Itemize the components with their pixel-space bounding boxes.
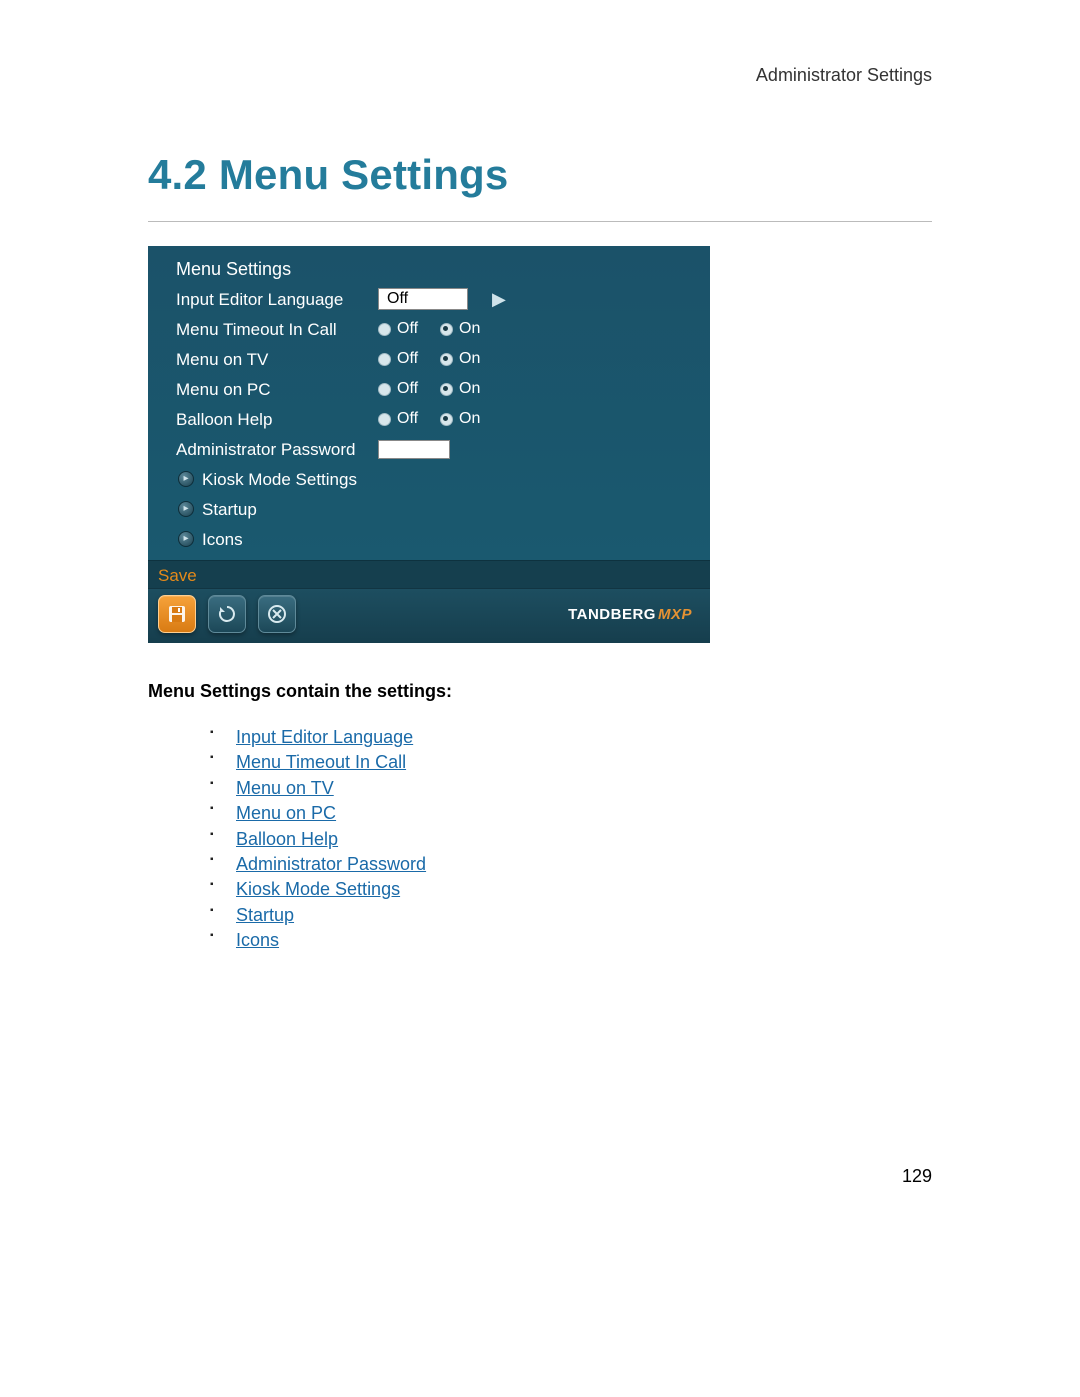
dropdown-value[interactable]: Off (378, 288, 468, 310)
label-menu-on-pc: Menu on PC (176, 381, 378, 398)
list-item: Kiosk Mode Settings (210, 878, 932, 901)
divider (148, 221, 932, 222)
header-section-label: Administrator Settings (148, 65, 932, 86)
radio-menu-timeout-on[interactable]: On (440, 321, 480, 337)
password-input[interactable] (378, 440, 450, 459)
floppy-disk-icon (167, 604, 187, 624)
row-balloon-help: Balloon Help Off On (148, 404, 710, 434)
radio-menu-on-pc-on[interactable]: On (440, 381, 480, 397)
radio-menu-on-pc-off[interactable]: Off (378, 381, 418, 397)
radio-menu-timeout-off[interactable]: Off (378, 321, 418, 337)
radio-menu-on-tv-off[interactable]: Off (378, 351, 418, 367)
panel-title: Menu Settings (148, 254, 710, 284)
row-admin-password: Administrator Password (148, 434, 710, 464)
row-menu-on-tv: Menu on TV Off On (148, 344, 710, 374)
list-item: Balloon Help (210, 828, 932, 851)
section-title: 4.2 Menu Settings (148, 151, 932, 199)
subitem-startup[interactable]: ▸ Startup (148, 494, 710, 524)
save-label: Save (148, 560, 710, 588)
list-item: Administrator Password (210, 853, 932, 876)
save-button[interactable] (158, 595, 196, 633)
list-item: Icons (210, 929, 932, 952)
radio-icon (378, 383, 391, 396)
list-item: Input Editor Language (210, 726, 932, 749)
label-admin-password: Administrator Password (176, 441, 378, 458)
nav-bullet-icon: ▸ (178, 471, 194, 487)
radio-icon (378, 353, 391, 366)
footer-buttons (158, 595, 296, 633)
panel-footer: TANDBERGMXP (148, 588, 710, 643)
label-menu-on-tv: Menu on TV (176, 351, 378, 368)
radio-balloon-help-off[interactable]: Off (378, 411, 418, 427)
subitem-icons[interactable]: ▸ Icons (148, 524, 710, 554)
subitem-label: Startup (202, 501, 257, 518)
link-menu-on-tv[interactable]: Menu on TV (236, 778, 334, 798)
row-menu-on-pc: Menu on PC Off On (148, 374, 710, 404)
list-item: Menu Timeout In Call (210, 751, 932, 774)
radio-menu-on-tv-on[interactable]: On (440, 351, 480, 367)
refresh-button[interactable] (208, 595, 246, 633)
settings-panel: Menu Settings Input Editor Language Off … (148, 246, 710, 560)
list-item: Startup (210, 904, 932, 927)
link-menu-on-pc[interactable]: Menu on PC (236, 803, 336, 823)
dropdown-input-editor-language[interactable]: Off ▶ (378, 288, 506, 310)
radio-balloon-help-on[interactable]: On (440, 411, 480, 427)
radio-icon (440, 323, 453, 336)
close-icon (267, 604, 287, 624)
link-balloon-help[interactable]: Balloon Help (236, 829, 338, 849)
link-icons[interactable]: Icons (236, 930, 279, 950)
link-kiosk-mode-settings[interactable]: Kiosk Mode Settings (236, 879, 400, 899)
subsection-title: Menu Settings contain the settings: (148, 681, 932, 702)
link-input-editor-language[interactable]: Input Editor Language (236, 727, 413, 747)
subitem-kiosk-mode[interactable]: ▸ Kiosk Mode Settings (148, 464, 710, 494)
chevron-right-icon[interactable]: ▶ (492, 290, 506, 308)
label-input-editor-language: Input Editor Language (176, 291, 378, 308)
radio-icon (378, 413, 391, 426)
list-item: Menu on PC (210, 802, 932, 825)
logo-text: TANDBERG (568, 606, 656, 623)
label-balloon-help: Balloon Help (176, 411, 378, 428)
nav-bullet-icon: ▸ (178, 531, 194, 547)
row-input-editor-language: Input Editor Language Off ▶ (148, 284, 710, 314)
close-button[interactable] (258, 595, 296, 633)
radio-icon (378, 323, 391, 336)
row-menu-timeout-in-call: Menu Timeout In Call Off On (148, 314, 710, 344)
radio-icon (440, 383, 453, 396)
label-menu-timeout: Menu Timeout In Call (176, 321, 378, 338)
settings-link-list: Input Editor Language Menu Timeout In Ca… (148, 726, 932, 953)
nav-bullet-icon: ▸ (178, 501, 194, 517)
subitem-label: Icons (202, 531, 243, 548)
brand-logo: TANDBERGMXP (568, 607, 692, 622)
page: Administrator Settings 4.2 Menu Settings… (0, 0, 1080, 1397)
link-administrator-password[interactable]: Administrator Password (236, 854, 426, 874)
radio-icon (440, 413, 453, 426)
logo-suffix: MXP (658, 606, 692, 623)
link-startup[interactable]: Startup (236, 905, 294, 925)
subitem-label: Kiosk Mode Settings (202, 471, 357, 488)
list-item: Menu on TV (210, 777, 932, 800)
link-menu-timeout-in-call[interactable]: Menu Timeout In Call (236, 752, 406, 772)
menu-settings-screenshot: Menu Settings Input Editor Language Off … (148, 246, 710, 643)
page-number: 129 (902, 1166, 932, 1187)
radio-icon (440, 353, 453, 366)
refresh-icon (217, 604, 237, 624)
